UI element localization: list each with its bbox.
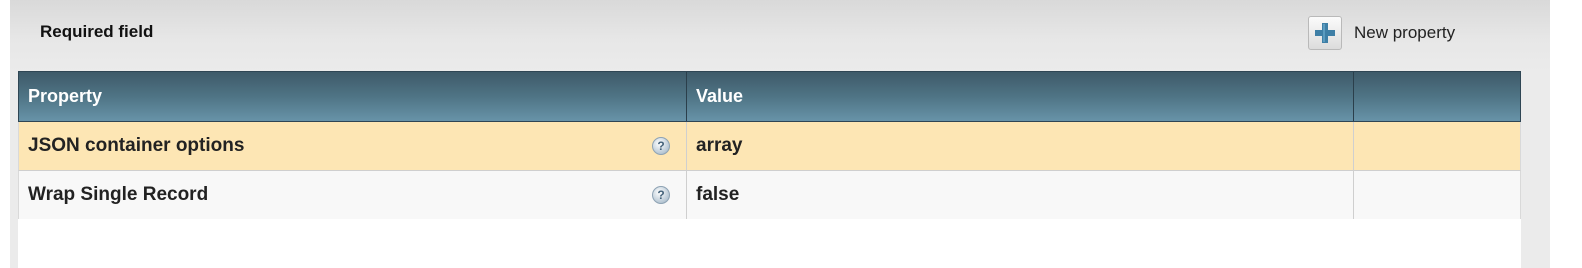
column-header-actions [1354, 72, 1520, 121]
property-value: false [696, 184, 740, 205]
property-name: Wrap Single Record [28, 184, 209, 205]
column-header-value[interactable]: Value [687, 72, 1354, 121]
new-property-button[interactable]: New property [1308, 15, 1455, 51]
property-name-cell[interactable]: JSON container options ? [19, 122, 687, 170]
property-value-cell[interactable]: false [687, 171, 1354, 219]
help-icon[interactable]: ? [652, 137, 670, 155]
actions-cell [1354, 122, 1520, 170]
table-row[interactable]: JSON container options ? array [18, 122, 1521, 171]
panel-title: Required field [40, 22, 154, 41]
help-icon[interactable]: ? [652, 186, 670, 204]
actions-cell [1354, 171, 1520, 219]
table-header: Property Value [18, 71, 1521, 122]
property-value-cell[interactable]: array [687, 122, 1354, 170]
property-value: array [696, 135, 743, 156]
new-property-label: New property [1354, 23, 1456, 42]
table-row[interactable]: Wrap Single Record ? false [18, 171, 1521, 220]
properties-table: Property Value JSON container options ? … [18, 71, 1521, 220]
empty-table-area [18, 219, 1521, 268]
plus-icon[interactable] [1308, 16, 1342, 50]
property-name: JSON container options [28, 135, 245, 156]
property-name-cell[interactable]: Wrap Single Record ? [19, 171, 687, 219]
column-header-property[interactable]: Property [19, 72, 687, 121]
